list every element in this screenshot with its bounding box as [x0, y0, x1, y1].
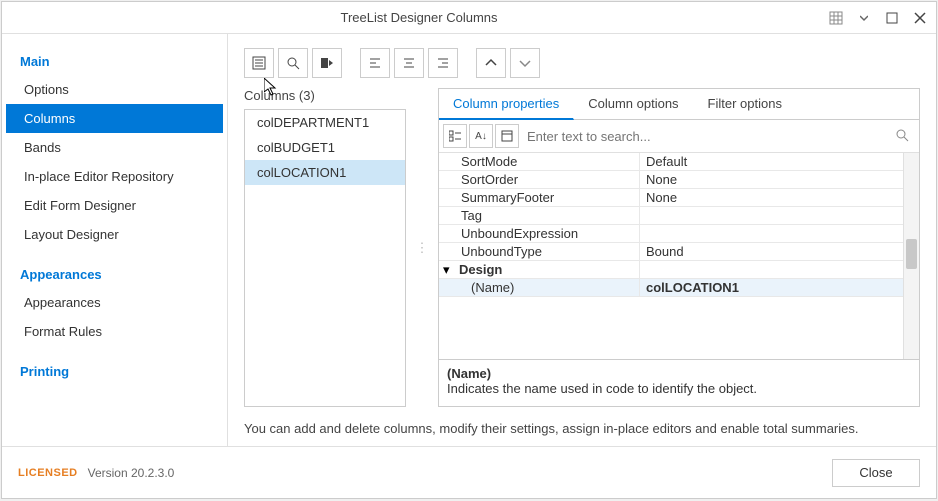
- body: Main Options Columns Bands In-place Edit…: [2, 34, 936, 446]
- toolbar-list-icon[interactable]: [244, 48, 274, 78]
- toolbar-expand-icon[interactable]: [510, 48, 540, 78]
- toolbar-search-icon[interactable]: [278, 48, 308, 78]
- splitter[interactable]: ⋮: [418, 88, 426, 407]
- nav-item-columns[interactable]: Columns: [6, 104, 223, 133]
- chevron-down-icon[interactable]: ▾: [443, 262, 450, 278]
- footer: LICENSED Version 20.2.3.0 Close: [2, 446, 936, 498]
- property-grid-wrap: SortModeDefault SortOrderNone SummaryFoo…: [439, 153, 919, 359]
- window-title: TreeList Designer Columns: [10, 10, 828, 25]
- property-category[interactable]: ▾Design: [439, 261, 903, 279]
- search-icon[interactable]: [895, 128, 909, 145]
- columns-area: Columns (3) colDEPARTMENT1 colBUDGET1 co…: [244, 88, 920, 407]
- dropdown-icon[interactable]: [856, 10, 872, 26]
- property-row[interactable]: Tag: [439, 207, 903, 225]
- maximize-icon[interactable]: [884, 10, 900, 26]
- close-button[interactable]: Close: [832, 459, 920, 487]
- column-list-panel: Columns (3) colDEPARTMENT1 colBUDGET1 co…: [244, 88, 406, 407]
- nav-item-format-rules[interactable]: Format Rules: [6, 317, 223, 346]
- tab-filter-options[interactable]: Filter options: [694, 89, 797, 119]
- nav-item-edit-form[interactable]: Edit Form Designer: [6, 191, 223, 220]
- nav-header-appearances: Appearances: [6, 259, 223, 288]
- property-panel: Column properties Column options Filter …: [438, 88, 920, 407]
- toolbar-indent-left-icon[interactable]: [360, 48, 390, 78]
- close-icon[interactable]: [912, 10, 928, 26]
- main-panel: Columns (3) colDEPARTMENT1 colBUDGET1 co…: [228, 34, 936, 446]
- nav-item-options[interactable]: Options: [6, 75, 223, 104]
- hint-text: You can add and delete columns, modify t…: [244, 407, 920, 446]
- property-row-selected[interactable]: (Name)colLOCATION1: [439, 279, 903, 297]
- columns-count-label: Columns (3): [244, 88, 406, 103]
- toolbar-indent-center-icon[interactable]: [394, 48, 424, 78]
- tab-column-properties[interactable]: Column properties: [439, 89, 574, 120]
- categorized-icon[interactable]: [443, 124, 467, 148]
- toolbar-indent-right-icon[interactable]: [428, 48, 458, 78]
- column-list: colDEPARTMENT1 colBUDGET1 colLOCATION1: [244, 109, 406, 407]
- tab-column-options[interactable]: Column options: [574, 89, 693, 119]
- scroll-thumb[interactable]: [906, 239, 917, 269]
- grid-options-icon[interactable]: [828, 10, 844, 26]
- version-label: Version 20.2.3.0: [88, 466, 175, 480]
- description-text: Indicates the name used in code to ident…: [447, 381, 911, 396]
- nav-header-printing: Printing: [6, 356, 223, 385]
- licensed-badge: LICENSED: [18, 467, 78, 479]
- nav-item-bands[interactable]: Bands: [6, 133, 223, 162]
- designer-window: TreeList Designer Columns Main Options C…: [1, 1, 937, 499]
- property-toolbar: A↓: [439, 120, 919, 153]
- nav-item-appearances[interactable]: Appearances: [6, 288, 223, 317]
- property-row[interactable]: UnboundExpression: [439, 225, 903, 243]
- property-search: [521, 128, 915, 145]
- titlebar-controls: [828, 10, 928, 26]
- search-input[interactable]: [527, 129, 895, 144]
- sidebar: Main Options Columns Bands In-place Edit…: [2, 34, 228, 446]
- toolbar-collapse-icon[interactable]: [476, 48, 506, 78]
- column-item[interactable]: colLOCATION1: [245, 160, 405, 185]
- scrollbar[interactable]: [903, 153, 919, 359]
- column-item[interactable]: colDEPARTMENT1: [245, 110, 405, 135]
- description-title: (Name): [447, 366, 911, 381]
- property-row[interactable]: UnboundTypeBound: [439, 243, 903, 261]
- alphabetical-icon[interactable]: A↓: [469, 124, 493, 148]
- titlebar: TreeList Designer Columns: [2, 2, 936, 34]
- nav-header-main: Main: [6, 46, 223, 75]
- toolbar: [244, 48, 920, 78]
- property-pages-icon[interactable]: [495, 124, 519, 148]
- toolbar-export-icon[interactable]: [312, 48, 342, 78]
- nav-item-inplace-editor[interactable]: In-place Editor Repository: [6, 162, 223, 191]
- nav-item-layout[interactable]: Layout Designer: [6, 220, 223, 249]
- property-row[interactable]: SortOrderNone: [439, 171, 903, 189]
- property-row[interactable]: SummaryFooterNone: [439, 189, 903, 207]
- description-panel: (Name) Indicates the name used in code t…: [439, 359, 919, 406]
- property-row[interactable]: SortModeDefault: [439, 153, 903, 171]
- tabs: Column properties Column options Filter …: [439, 89, 919, 120]
- column-item[interactable]: colBUDGET1: [245, 135, 405, 160]
- property-grid: SortModeDefault SortOrderNone SummaryFoo…: [439, 153, 903, 359]
